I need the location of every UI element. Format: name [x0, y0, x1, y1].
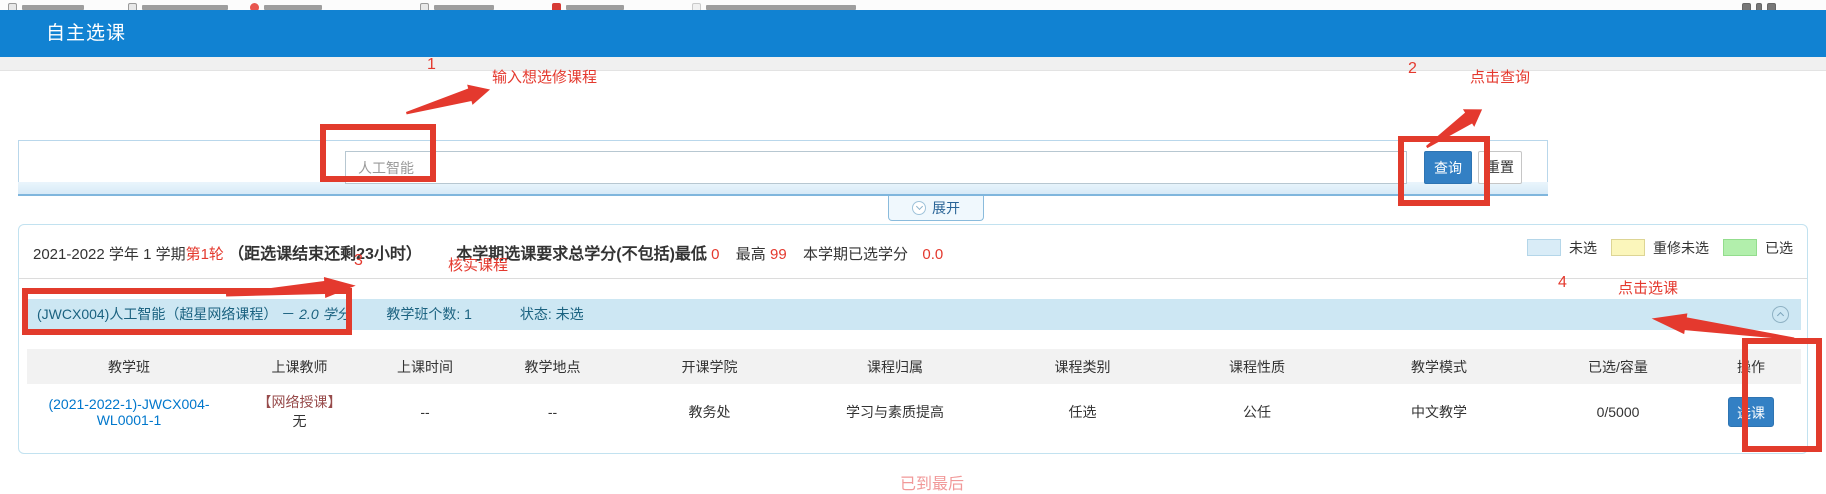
class-belong: 学习与素质提高	[796, 384, 994, 440]
semester-info-row: 2021-2022 学年 1 学期第1轮 （距选课结束还剩23小时） 本学期选课…	[19, 225, 1807, 279]
annotation-step-2-text: 点击查询	[1470, 66, 1530, 87]
red-badge-icon	[552, 3, 561, 10]
legend-item-unselected: 未选	[1527, 238, 1597, 258]
toolbar-icon	[1767, 3, 1776, 10]
annotation-step-4-number: 4	[1558, 274, 1567, 292]
status-legend: 未选 重修未选 已选	[1527, 238, 1793, 258]
class-place: --	[482, 384, 623, 440]
teacher-tag: 【网络授课】	[258, 394, 342, 410]
course-status-label: 状态:	[520, 306, 556, 322]
results-panel: 2021-2022 学年 1 学期第1轮 （距选课结束还剩23小时） 本学期选课…	[18, 224, 1808, 454]
annotation-step-3-number: 3	[354, 252, 363, 270]
class-nature: 公任	[1171, 384, 1343, 440]
expand-toggle-tab[interactable]: 展开	[888, 196, 984, 221]
class-capacity: 0/5000	[1535, 384, 1701, 440]
chevron-down-circle-icon	[912, 201, 926, 215]
teacher-name: 无	[293, 413, 307, 429]
search-panel-footer-strip	[18, 182, 1548, 196]
class-mode: 中文教学	[1343, 384, 1535, 440]
col-header-college: 开课学院	[623, 349, 796, 384]
col-header-nature: 课程性质	[1171, 349, 1343, 384]
highlight-box-search-input	[320, 124, 436, 182]
col-header-belong: 课程归属	[796, 349, 994, 384]
annotation-step-3-text: 核实课程	[448, 254, 508, 275]
bookmark-item[interactable]	[692, 0, 856, 10]
annotation-step-4-text: 点击选课	[1618, 277, 1678, 298]
class-time: --	[368, 384, 482, 440]
col-header-place: 教学地点	[482, 349, 623, 384]
class-id-link[interactable]: (2021-2022-1)-JWCX004-WL0001-1	[48, 396, 209, 428]
class-table: 教学班 上课教师 上课时间 教学地点 开课学院 课程归属 课程类别 课程性质 教…	[27, 349, 1801, 440]
col-header-mode: 教学模式	[1343, 349, 1535, 384]
page-icon	[692, 3, 701, 10]
class-count-value: 1	[464, 306, 472, 322]
col-header-capacity: 已选/容量	[1535, 349, 1701, 384]
bookmark-item[interactable]	[128, 0, 228, 10]
folder-icon	[420, 3, 429, 10]
course-status-value: 未选	[556, 306, 584, 322]
bookmark-item[interactable]	[420, 0, 494, 10]
countdown-text: （距选课结束还剩23小时）	[228, 246, 422, 263]
browser-bookmarks-bar	[0, 0, 1826, 10]
selected-credit-label: 本学期已选学分	[803, 246, 908, 263]
page-header: 自主选课	[0, 10, 1826, 57]
legend-item-selected: 已选	[1723, 238, 1793, 258]
red-circle-icon	[250, 3, 259, 10]
credit-max-label: 最高	[736, 246, 766, 263]
col-header-teacher: 上课教师	[231, 349, 368, 384]
round-text: 第1轮	[186, 246, 224, 263]
credit-max-value: 99	[770, 246, 787, 263]
col-header-class: 教学班	[27, 349, 231, 384]
toolbar-icon	[1756, 3, 1762, 10]
legend-swatch-selected	[1723, 239, 1757, 256]
legend-swatch-retake	[1611, 239, 1645, 256]
device-icon	[1742, 3, 1751, 10]
table-header-row: 教学班 上课教师 上课时间 教学地点 开课学院 课程归属 课程类别 课程性质 教…	[27, 349, 1801, 384]
credit-min-value: 0	[711, 246, 719, 263]
col-header-category: 课程类别	[994, 349, 1171, 384]
list-end-text: 已到最后	[900, 470, 964, 494]
class-college: 教务处	[623, 384, 796, 440]
class-category: 任选	[994, 384, 1171, 440]
course-search-input[interactable]	[345, 151, 1407, 184]
annotation-step-2-number: 2	[1408, 60, 1417, 78]
col-header-time: 上课时间	[368, 349, 482, 384]
selected-credit-value: 0.0	[922, 246, 943, 263]
folder-icon	[128, 3, 137, 10]
page-title: 自主选课	[46, 10, 126, 57]
annotation-step-1-text: 输入想选修课程	[492, 66, 597, 87]
annotation-step-1-number: 1	[427, 56, 436, 74]
annotation-arrow-1	[403, 79, 493, 122]
bookmark-item[interactable]	[552, 0, 624, 10]
collapse-chevron-up-icon[interactable]	[1772, 306, 1789, 323]
bookmark-item[interactable]	[250, 0, 322, 10]
expand-label: 展开	[932, 198, 960, 218]
class-count-label: 教学班个数:	[386, 306, 464, 322]
legend-swatch-unselected	[1527, 239, 1561, 256]
legend-item-retake: 重修未选	[1611, 238, 1709, 258]
subheader-strip	[0, 57, 1826, 71]
table-row: (2021-2022-1)-JWCX004-WL0001-1 【网络授课】无 -…	[27, 384, 1801, 440]
folder-icon	[8, 3, 17, 10]
term-text: 2021-2022 学年 1 学期	[33, 246, 186, 263]
highlight-box-action-column	[1742, 338, 1822, 452]
browser-toolbar-icons[interactable]	[1742, 0, 1776, 10]
bookmark-item[interactable]	[8, 0, 84, 10]
